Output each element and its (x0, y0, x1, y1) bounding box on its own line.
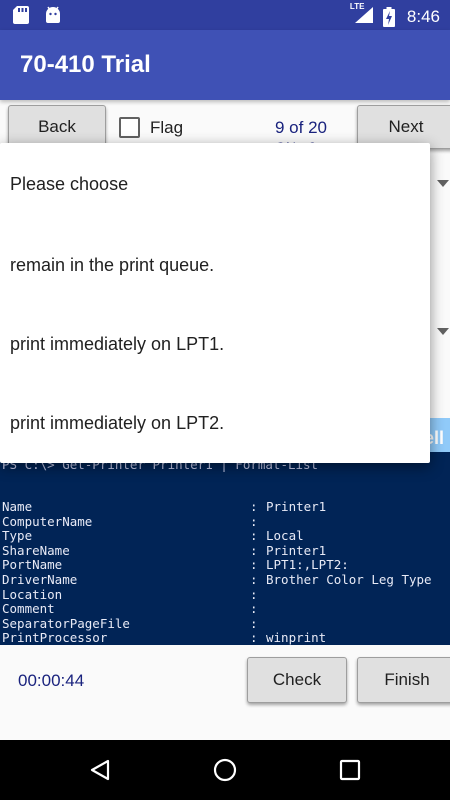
terminal-row: Name: Printer1 (2, 499, 327, 514)
terminal-row: PortName: LPT1:,LPT2: (2, 557, 349, 573)
recents-icon[interactable] (338, 758, 362, 782)
home-icon[interactable] (213, 758, 237, 782)
terminal-row: SeparatorPageFile: (2, 615, 258, 631)
flag-label[interactable]: Flag (150, 118, 183, 138)
app-screen: LTE 8:46 70-410 Trial Back Flag 9 of 20 … (0, 0, 450, 800)
status-bar: LTE 8:46 (0, 0, 450, 30)
terminal-row: DriverName: Brother Color Leg Type (2, 571, 432, 587)
battery-charging-icon (382, 6, 395, 27)
app-title: 70-410 Trial (20, 51, 151, 78)
finish-button[interactable]: Finish (357, 657, 450, 703)
check-button[interactable]: Check (247, 657, 347, 703)
terminal-row: Comment: (2, 601, 258, 617)
flag-checkbox[interactable] (119, 117, 140, 138)
app-bar: 70-410 Trial (0, 30, 450, 100)
back-icon[interactable] (88, 758, 112, 782)
terminal-row: ComputerName: (2, 513, 258, 529)
status-clock: 8:46 (406, 6, 440, 26)
terminal-row: Type: Local (2, 528, 304, 544)
menu-item-option[interactable]: remain in the print queue. (10, 255, 214, 276)
question-counter: 9 of 20 (275, 118, 327, 137)
elapsed-timer: 00:00:44 (18, 671, 85, 690)
answer-dropdown-menu: Please choose remain in the print queue.… (0, 143, 430, 463)
terminal-row: ShareName: Printer1 (2, 542, 327, 558)
menu-item-option[interactable]: print immediately on LPT1. (10, 334, 224, 355)
terminal-row: Location: (2, 586, 258, 602)
menu-item-please-choose[interactable]: Please choose (10, 174, 128, 195)
sd-card-icon (13, 6, 29, 24)
terminal-output: Name: Printer1 ComputerName: Type: Local S… (2, 499, 432, 645)
dropdown-arrow-icon[interactable] (437, 180, 449, 187)
terminal-row: PrintProcessor: winprint (2, 630, 327, 645)
menu-item-option[interactable]: print immediately on LPT2. (10, 413, 224, 434)
navigation-bar (0, 740, 450, 800)
dropdown-arrow-icon[interactable] (437, 328, 449, 335)
powershell-exhibit: PS C:\> Get-Printer Printer1 | Format-Li… (0, 452, 450, 645)
lte-signal-icon: LTE (350, 2, 375, 29)
android-icon (46, 6, 60, 23)
